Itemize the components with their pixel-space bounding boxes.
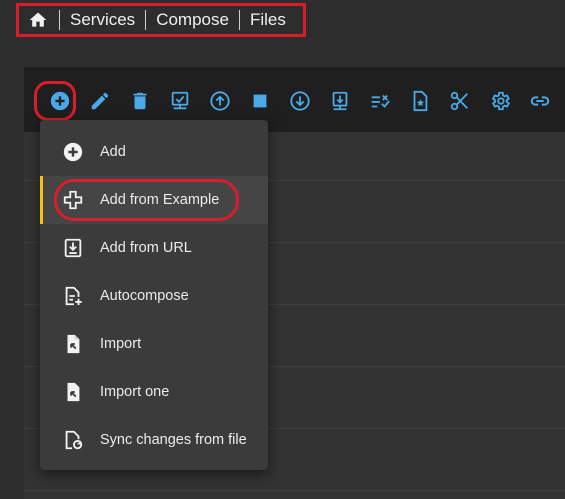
menu-item-import[interactable]: Import	[40, 320, 268, 368]
breadcrumb: Services Compose Files	[16, 3, 306, 37]
menu-item-label: Sync changes from file	[100, 432, 247, 448]
menu-item-label: Import one	[100, 384, 170, 400]
trash-icon[interactable]	[128, 89, 152, 113]
arrow-down-circle-icon[interactable]	[288, 89, 312, 113]
breadcrumb-compose[interactable]: Compose	[156, 10, 229, 30]
list-check-icon[interactable]	[368, 89, 392, 113]
file-star-icon[interactable]	[408, 89, 432, 113]
breadcrumb-separator	[238, 10, 240, 30]
download-file-icon	[61, 236, 85, 260]
add-menu: Add Add from Example Add from URL Autoco…	[40, 120, 268, 470]
download-tray-icon[interactable]	[328, 89, 352, 113]
home-icon[interactable]	[27, 9, 49, 31]
file-sync-icon	[61, 428, 85, 452]
menu-item-import-one[interactable]: Import one	[40, 368, 268, 416]
breadcrumb-services[interactable]: Services	[70, 10, 135, 30]
breadcrumb-files[interactable]: Files	[250, 10, 286, 30]
menu-item-label: Add from Example	[100, 192, 220, 208]
menu-item-add-from-url[interactable]: Add from URL	[40, 224, 268, 272]
menu-item-sync-changes[interactable]: Sync changes from file	[40, 416, 268, 464]
file-import-one-icon	[61, 380, 85, 404]
add-circle-icon[interactable]	[48, 89, 72, 113]
menu-item-label: Import	[100, 336, 142, 352]
breadcrumb-separator	[59, 10, 60, 30]
menu-item-label: Add	[100, 144, 126, 160]
menu-item-label: Add from URL	[100, 240, 192, 256]
plus-circle-icon	[61, 140, 85, 164]
plus-outline-icon	[61, 188, 85, 212]
file-plus-icon	[61, 284, 85, 308]
menu-item-add-from-example[interactable]: Add from Example	[40, 176, 268, 224]
link-icon[interactable]	[528, 89, 552, 113]
stop-icon[interactable]	[248, 89, 272, 113]
gear-icon[interactable]	[488, 89, 512, 113]
arrow-up-circle-icon[interactable]	[208, 89, 232, 113]
scissors-icon[interactable]	[448, 89, 472, 113]
table-row-divider	[24, 490, 565, 491]
file-import-icon	[61, 332, 85, 356]
pencil-icon[interactable]	[88, 89, 112, 113]
menu-item-add[interactable]: Add	[40, 128, 268, 176]
menu-item-autocompose[interactable]: Autocompose	[40, 272, 268, 320]
menu-item-label: Autocompose	[100, 288, 189, 304]
breadcrumb-separator	[145, 10, 147, 30]
monitor-check-icon[interactable]	[168, 89, 192, 113]
